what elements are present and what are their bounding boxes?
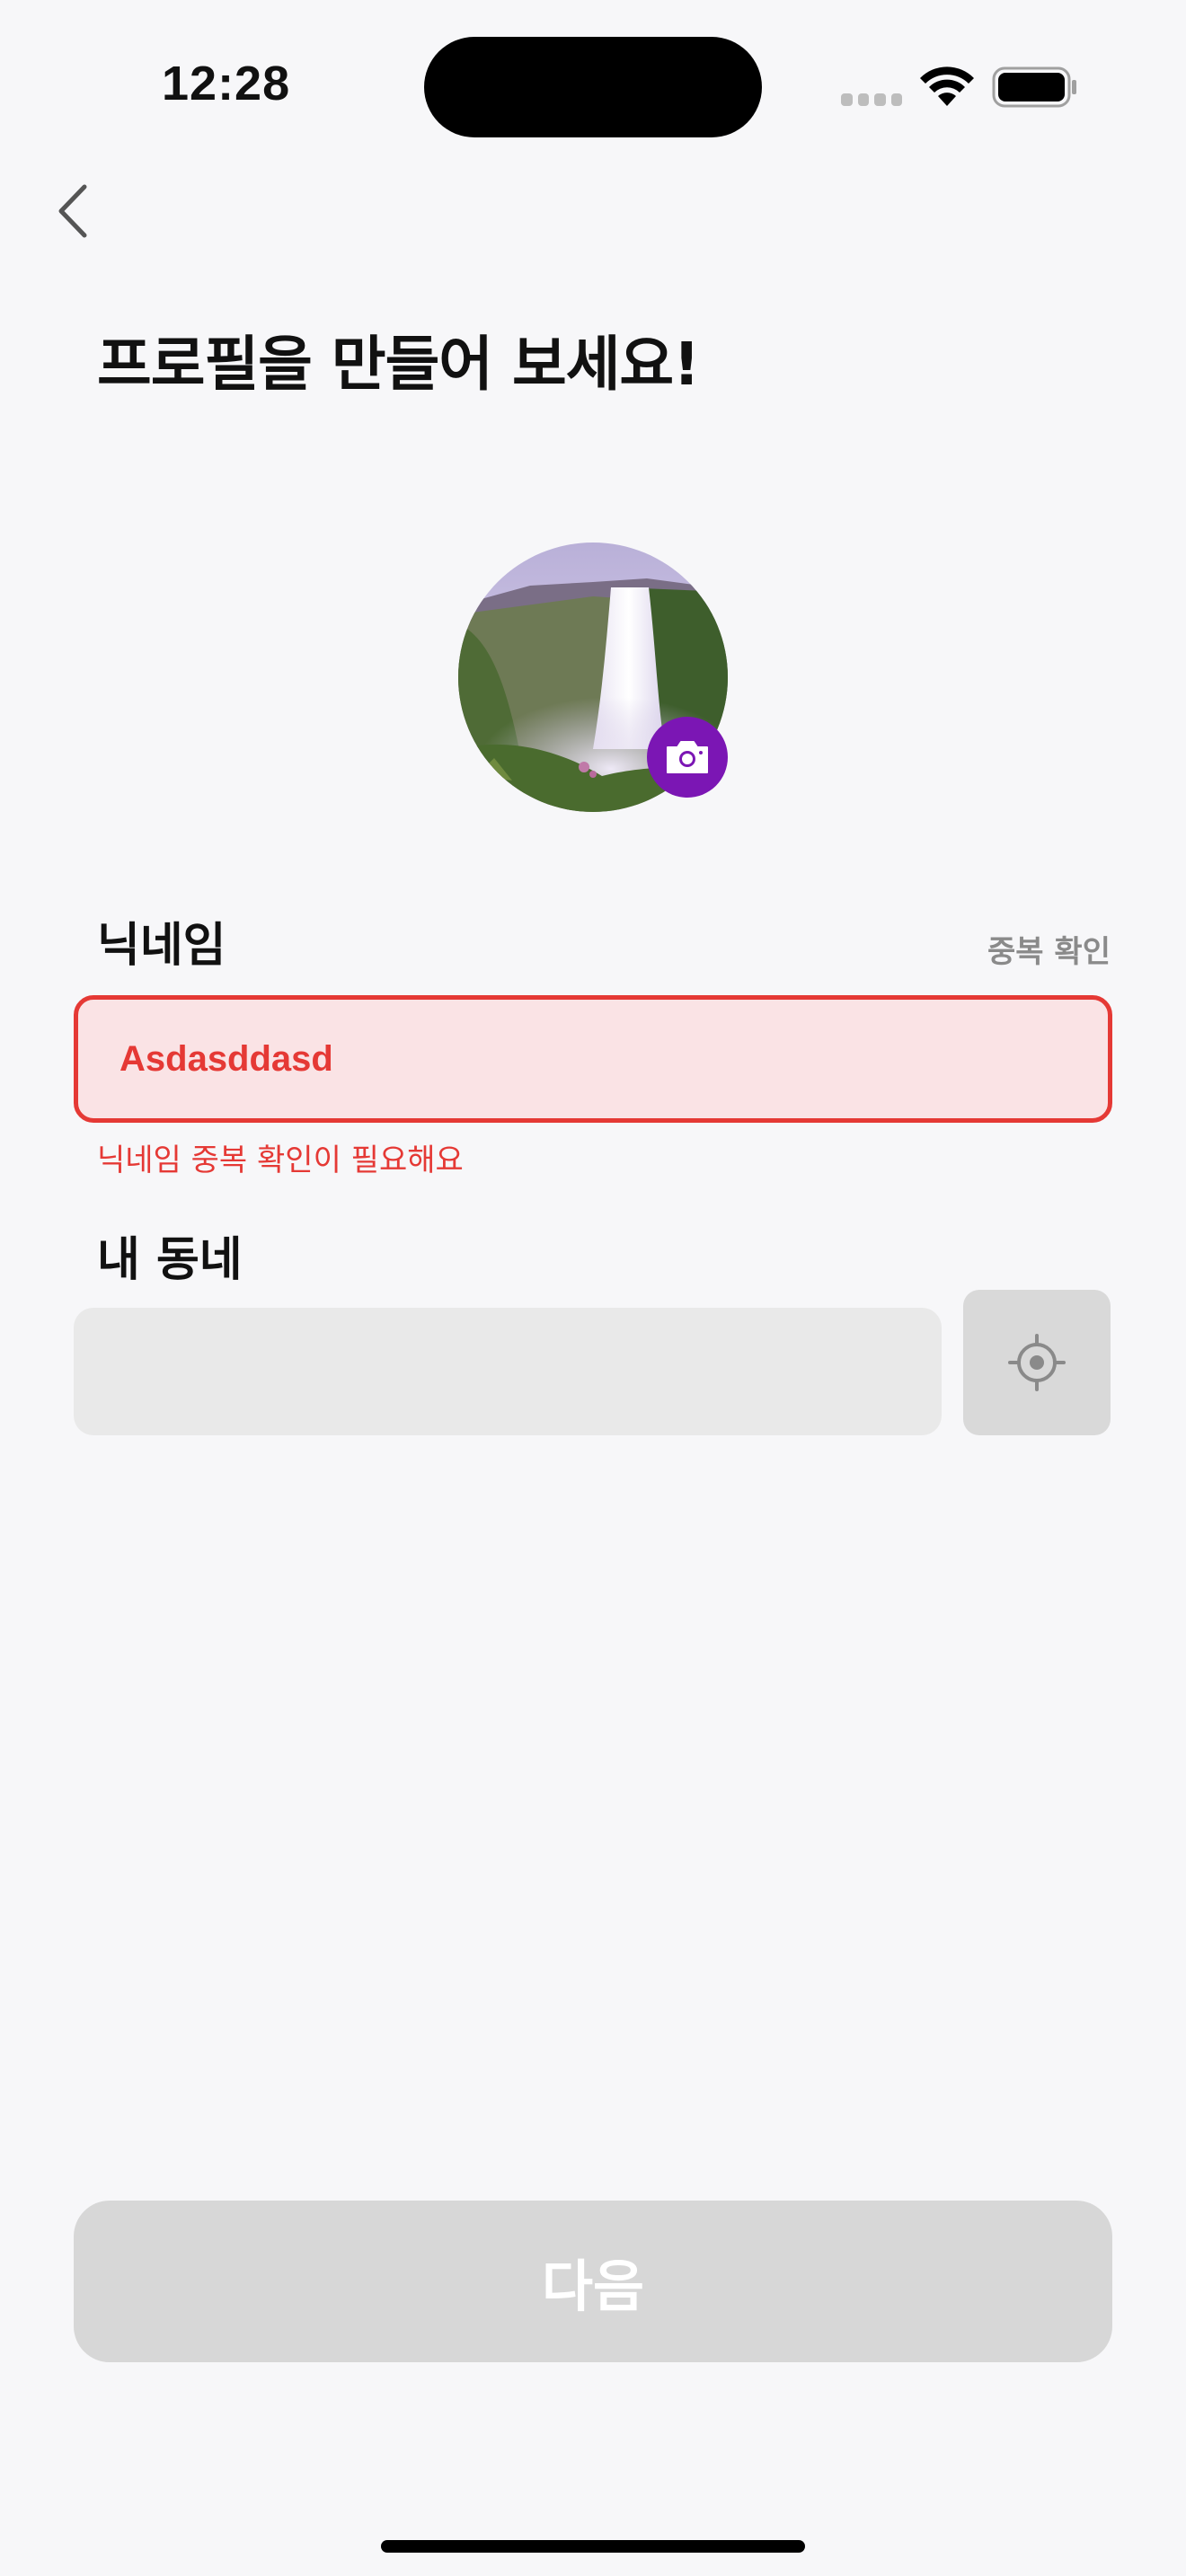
profile-setup-screen: 12:28 프로필을 만들어 보세요! 닉네임 중복 확인 Asdasddasd…	[0, 0, 1186, 2576]
nickname-error-message: 닉네임 중복 확인이 필요해요	[97, 1142, 464, 1178]
status-time: 12:28	[162, 57, 291, 110]
page-title: 프로필을 만들어 보세요!	[97, 330, 700, 399]
location-target-icon	[1008, 1334, 1066, 1391]
neighborhood-label: 내 동네	[97, 1233, 243, 1287]
back-chevron-icon[interactable]	[50, 181, 97, 241]
current-location-button[interactable]	[963, 1290, 1111, 1435]
battery-icon	[992, 66, 1076, 108]
neighborhood-input[interactable]	[74, 1308, 942, 1435]
nickname-input[interactable]: Asdasddasd	[74, 995, 1112, 1123]
wifi-icon	[920, 66, 974, 106]
home-indicator	[381, 2540, 805, 2553]
next-button[interactable]: 다음	[74, 2201, 1112, 2362]
nickname-label: 닉네임	[97, 919, 226, 973]
duplicate-check-button[interactable]: 중복 확인	[987, 927, 1111, 971]
dynamic-island	[424, 37, 762, 137]
nickname-value: Asdasddasd	[119, 1038, 333, 1079]
camera-icon	[667, 741, 708, 773]
cellular-signal-icon	[841, 93, 902, 106]
change-photo-button[interactable]	[647, 717, 728, 798]
